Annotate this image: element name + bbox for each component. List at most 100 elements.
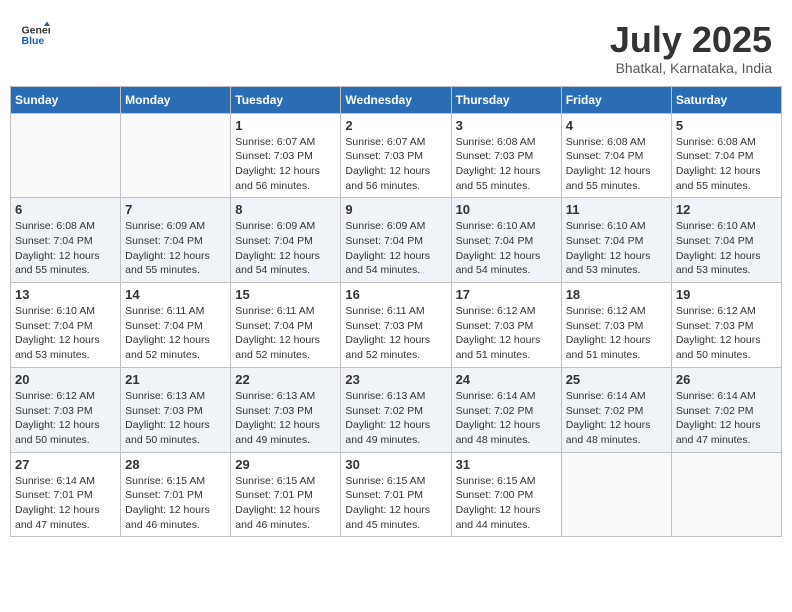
calendar-cell: 1Sunrise: 6:07 AM Sunset: 7:03 PM Daylig… — [231, 113, 341, 198]
calendar-cell: 18 Sunrise: 6:12 AM Sunset: 7:03 PM Dayli… — [561, 283, 671, 368]
svg-text:Blue: Blue — [22, 35, 45, 47]
calendar-week-row: 13 Sunrise: 6:10 AM Sunset: 7:04 PM Dayli… — [11, 283, 782, 368]
day-info: Sunrise: 6:15 AM Sunset: 7:01 PM Dayligh… — [125, 474, 226, 533]
calendar-week-row: 27 Sunrise: 6:14 AM Sunset: 7:01 PM Dayli… — [11, 452, 782, 537]
day-info: Sunrise: 6:10 AM Sunset: 7:04 PM Dayligh… — [15, 304, 116, 363]
day-number: 27 — [15, 457, 116, 472]
day-info: Sunrise: 6:08 AM Sunset: 7:04 PM Dayligh… — [15, 219, 116, 278]
day-number: 7 — [125, 202, 226, 217]
day-info: Sunrise: 6:15 AM Sunset: 7:01 PM Dayligh… — [235, 474, 336, 533]
day-info: Sunrise: 6:07 AM Sunset: 7:03 PM Dayligh… — [345, 135, 446, 194]
calendar-cell: 3 Sunrise: 6:08 AM Sunset: 7:03 PM Daylig… — [451, 113, 561, 198]
calendar-week-row: 1Sunrise: 6:07 AM Sunset: 7:03 PM Daylig… — [11, 113, 782, 198]
day-info: Sunrise: 6:14 AM Sunset: 7:02 PM Dayligh… — [456, 389, 557, 448]
month-year-title: July 2025 — [610, 20, 772, 60]
title-block: July 2025 Bhatkal, Karnataka, India — [610, 20, 772, 76]
calendar-cell: 15 Sunrise: 6:11 AM Sunset: 7:04 PM Dayli… — [231, 283, 341, 368]
day-info: Sunrise: 6:12 AM Sunset: 7:03 PM Dayligh… — [15, 389, 116, 448]
day-info: Sunrise: 6:10 AM Sunset: 7:04 PM Dayligh… — [566, 219, 667, 278]
calendar-cell: 21Sunrise: 6:13 AM Sunset: 7:03 PM Dayli… — [121, 367, 231, 452]
calendar-cell: 20 Sunrise: 6:12 AM Sunset: 7:03 PM Dayli… — [11, 367, 121, 452]
day-number: 6 — [15, 202, 116, 217]
day-number: 11 — [566, 202, 667, 217]
calendar-cell — [561, 452, 671, 537]
col-header-saturday: Saturday — [671, 86, 781, 113]
calendar-cell: 8 Sunrise: 6:09 AM Sunset: 7:04 PM Daylig… — [231, 198, 341, 283]
calendar-table: SundayMondayTuesdayWednesdayThursdayFrid… — [10, 86, 782, 538]
col-header-friday: Friday — [561, 86, 671, 113]
day-info: Sunrise: 6:13 AM Sunset: 7:02 PM Dayligh… — [345, 389, 446, 448]
calendar-cell: 17 Sunrise: 6:12 AM Sunset: 7:03 PM Dayli… — [451, 283, 561, 368]
calendar-cell: 5Sunrise: 6:08 AM Sunset: 7:04 PM Daylig… — [671, 113, 781, 198]
calendar-cell: 13 Sunrise: 6:10 AM Sunset: 7:04 PM Dayli… — [11, 283, 121, 368]
day-number: 13 — [15, 287, 116, 302]
day-number: 2 — [345, 118, 446, 133]
calendar-cell: 27 Sunrise: 6:14 AM Sunset: 7:01 PM Dayli… — [11, 452, 121, 537]
calendar-cell: 7Sunrise: 6:09 AM Sunset: 7:04 PM Daylig… — [121, 198, 231, 283]
day-number: 8 — [235, 202, 336, 217]
page-header: General Blue July 2025 Bhatkal, Karnatak… — [10, 10, 782, 81]
day-info: Sunrise: 6:11 AM Sunset: 7:04 PM Dayligh… — [235, 304, 336, 363]
day-info: Sunrise: 6:14 AM Sunset: 7:01 PM Dayligh… — [15, 474, 116, 533]
day-info: Sunrise: 6:10 AM Sunset: 7:04 PM Dayligh… — [456, 219, 557, 278]
day-info: Sunrise: 6:12 AM Sunset: 7:03 PM Dayligh… — [566, 304, 667, 363]
day-number: 4 — [566, 118, 667, 133]
day-number: 29 — [235, 457, 336, 472]
day-number: 15 — [235, 287, 336, 302]
day-info: Sunrise: 6:14 AM Sunset: 7:02 PM Dayligh… — [676, 389, 777, 448]
calendar-cell: 22Sunrise: 6:13 AM Sunset: 7:03 PM Dayli… — [231, 367, 341, 452]
day-number: 30 — [345, 457, 446, 472]
day-info: Sunrise: 6:09 AM Sunset: 7:04 PM Dayligh… — [235, 219, 336, 278]
day-number: 26 — [676, 372, 777, 387]
location-subtitle: Bhatkal, Karnataka, India — [610, 60, 772, 76]
calendar-cell: 23 Sunrise: 6:13 AM Sunset: 7:02 PM Dayli… — [341, 367, 451, 452]
day-number: 18 — [566, 287, 667, 302]
day-number: 23 — [345, 372, 446, 387]
day-number: 3 — [456, 118, 557, 133]
day-info: Sunrise: 6:11 AM Sunset: 7:03 PM Dayligh… — [345, 304, 446, 363]
day-number: 25 — [566, 372, 667, 387]
day-info: Sunrise: 6:08 AM Sunset: 7:04 PM Dayligh… — [676, 135, 777, 194]
day-info: Sunrise: 6:12 AM Sunset: 7:03 PM Dayligh… — [456, 304, 557, 363]
calendar-cell: 16 Sunrise: 6:11 AM Sunset: 7:03 PM Dayli… — [341, 283, 451, 368]
day-info: Sunrise: 6:07 AM Sunset: 7:03 PM Dayligh… — [235, 135, 336, 194]
day-info: Sunrise: 6:14 AM Sunset: 7:02 PM Dayligh… — [566, 389, 667, 448]
col-header-wednesday: Wednesday — [341, 86, 451, 113]
day-number: 20 — [15, 372, 116, 387]
calendar-cell: 4 Sunrise: 6:08 AM Sunset: 7:04 PM Daylig… — [561, 113, 671, 198]
col-header-thursday: Thursday — [451, 86, 561, 113]
day-info: Sunrise: 6:13 AM Sunset: 7:03 PM Dayligh… — [125, 389, 226, 448]
day-number: 31 — [456, 457, 557, 472]
day-number: 10 — [456, 202, 557, 217]
day-number: 12 — [676, 202, 777, 217]
col-header-sunday: Sunday — [11, 86, 121, 113]
day-info: Sunrise: 6:11 AM Sunset: 7:04 PM Dayligh… — [125, 304, 226, 363]
calendar-cell: 6 Sunrise: 6:08 AM Sunset: 7:04 PM Daylig… — [11, 198, 121, 283]
calendar-cell: 31 Sunrise: 6:15 AM Sunset: 7:00 PM Dayli… — [451, 452, 561, 537]
col-header-tuesday: Tuesday — [231, 86, 341, 113]
calendar-cell: 24 Sunrise: 6:14 AM Sunset: 7:02 PM Dayli… — [451, 367, 561, 452]
day-number: 24 — [456, 372, 557, 387]
logo-icon: General Blue — [20, 20, 50, 50]
calendar-cell: 26 Sunrise: 6:14 AM Sunset: 7:02 PM Dayli… — [671, 367, 781, 452]
day-number: 22 — [235, 372, 336, 387]
calendar-cell: 10 Sunrise: 6:10 AM Sunset: 7:04 PM Dayli… — [451, 198, 561, 283]
day-info: Sunrise: 6:09 AM Sunset: 7:04 PM Dayligh… — [345, 219, 446, 278]
calendar-cell — [671, 452, 781, 537]
calendar-cell: 29 Sunrise: 6:15 AM Sunset: 7:01 PM Dayli… — [231, 452, 341, 537]
day-info: Sunrise: 6:08 AM Sunset: 7:04 PM Dayligh… — [566, 135, 667, 194]
calendar-cell: 12 Sunrise: 6:10 AM Sunset: 7:04 PM Dayli… — [671, 198, 781, 283]
calendar-cell: 11 Sunrise: 6:10 AM Sunset: 7:04 PM Dayli… — [561, 198, 671, 283]
day-number: 16 — [345, 287, 446, 302]
day-number: 19 — [676, 287, 777, 302]
calendar-cell: 30Sunrise: 6:15 AM Sunset: 7:01 PM Dayli… — [341, 452, 451, 537]
day-info: Sunrise: 6:15 AM Sunset: 7:00 PM Dayligh… — [456, 474, 557, 533]
day-number: 9 — [345, 202, 446, 217]
calendar-cell: 28Sunrise: 6:15 AM Sunset: 7:01 PM Dayli… — [121, 452, 231, 537]
day-info: Sunrise: 6:08 AM Sunset: 7:03 PM Dayligh… — [456, 135, 557, 194]
day-number: 17 — [456, 287, 557, 302]
calendar-cell: 9 Sunrise: 6:09 AM Sunset: 7:04 PM Daylig… — [341, 198, 451, 283]
day-number: 14 — [125, 287, 226, 302]
day-info: Sunrise: 6:10 AM Sunset: 7:04 PM Dayligh… — [676, 219, 777, 278]
calendar-cell: 25 Sunrise: 6:14 AM Sunset: 7:02 PM Dayli… — [561, 367, 671, 452]
